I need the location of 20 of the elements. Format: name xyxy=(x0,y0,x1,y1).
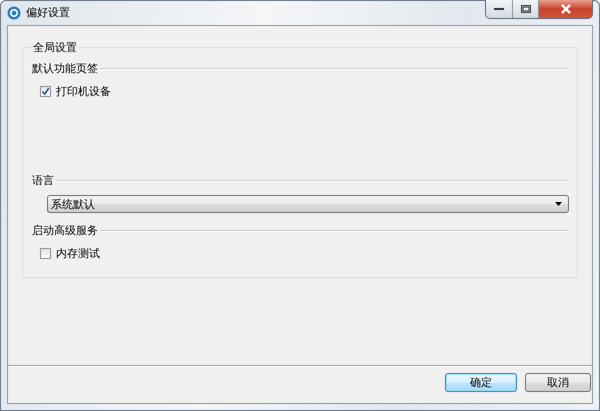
maximize-icon xyxy=(520,5,530,13)
section-title: 启动高级服务 xyxy=(32,223,98,238)
checkbox[interactable] xyxy=(40,86,51,97)
close-icon xyxy=(560,4,572,14)
minimize-icon xyxy=(494,7,504,11)
caret-icon xyxy=(555,202,562,206)
dialog-button[interactable]: 确定 xyxy=(445,373,517,392)
minimize-button[interactable] xyxy=(486,0,512,18)
maximize-button[interactable] xyxy=(512,0,538,18)
checkbox-label: 内存测试 xyxy=(56,246,100,261)
checkbox-label: 打印机设备 xyxy=(56,84,111,99)
section-title: 默认功能页签 xyxy=(32,61,98,76)
section-title: 语言 xyxy=(32,173,54,188)
dialog-button[interactable]: 取消 xyxy=(525,373,591,392)
app-logo-icon xyxy=(7,6,21,20)
close-button[interactable] xyxy=(538,0,592,18)
language-dropdown[interactable]: 系统默认 xyxy=(47,195,569,213)
checkbox[interactable] xyxy=(40,248,51,259)
window-title: 偏好设置 xyxy=(26,6,71,20)
group-title: 全局设置 xyxy=(32,40,78,55)
